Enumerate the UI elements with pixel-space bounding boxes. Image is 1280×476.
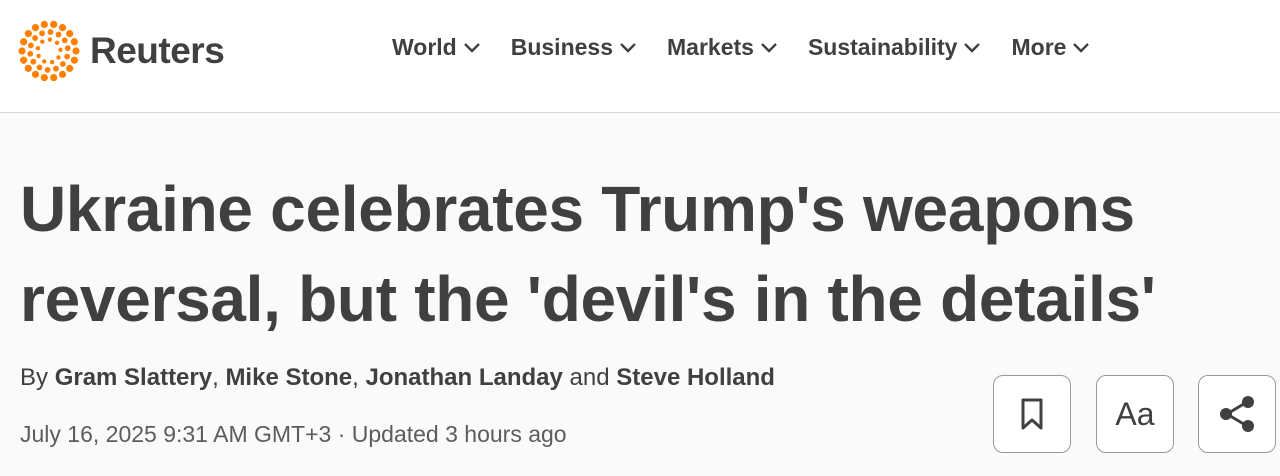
nav-item-world[interactable]: World [392,34,481,61]
chevron-down-icon [620,42,636,53]
author-link[interactable]: Mike Stone [225,364,352,391]
logo-dot [20,38,28,46]
logo-dot [53,65,59,72]
main-nav: World Business Markets Sustainability Mo… [392,34,1120,61]
nav-label: World [392,34,457,60]
share-button[interactable] [1198,375,1276,453]
chevron-down-icon [1073,42,1090,53]
logo-dot [24,64,32,72]
headline-line-1: Ukraine celebrates Trump's weapons [20,173,1135,245]
logo-dot [49,59,55,65]
share-icon [1220,396,1254,432]
logo-dot [39,30,45,37]
bookmark-icon [1021,398,1043,430]
logo-dot [44,67,51,73]
logo-dot [31,24,40,32]
byline-prefix: By [20,364,49,391]
logo-dot [58,24,67,32]
reuters-logo[interactable]: Reuters [18,20,225,82]
bookmark-button[interactable] [993,375,1071,453]
logo-dot [27,42,34,49]
reuters-logo-icon [18,20,80,82]
byline-conjunction: and [569,364,610,391]
logo-dot [66,30,74,38]
byline: By Gram Slattery, Mike Stone, Jonathan L… [20,364,775,392]
text-size-button[interactable]: Aa [1096,375,1174,453]
author-link[interactable]: Jonathan Landay [365,364,562,391]
nav-item-sustainability[interactable]: Sustainability [808,34,982,61]
site-header: Reuters World Business Markets Sustainab… [0,0,1280,113]
logo-dot [18,47,26,55]
byline-separator: , [212,364,219,391]
logo-dot [24,30,32,38]
logo-dot [60,61,66,67]
headline-line-2: reversal, but the 'devil's in the detail… [20,263,1156,335]
dateline-dot: · [337,421,346,447]
logo-dot [61,37,68,44]
logo-dot [47,37,53,42]
updated-time: Updated 3 hours ago [351,421,567,447]
chevron-down-icon [964,42,981,53]
logo-dot [36,53,41,59]
nav-label: Markets [667,34,754,60]
logo-dot [40,39,45,44]
article-headline: Ukraine celebrates Trump's weapons rever… [20,164,1260,344]
logo-dot [58,70,67,78]
nav-item-business[interactable]: Business [511,34,637,61]
logo-dot [40,73,48,82]
author-link[interactable]: Gram Slattery [55,364,212,391]
logo-dot [32,35,38,41]
brand-name: Reuters [90,30,225,71]
nav-label: Sustainability [807,34,958,60]
logo-dot [35,45,41,51]
logo-dot [40,20,48,29]
logo-dot [55,31,62,38]
logo-dot [20,56,28,64]
logo-dot [31,70,40,78]
logo-dot [42,59,47,64]
logo-dot [70,56,78,64]
published-date: July 16, 2025 9:31 AM GMT+3 [20,421,332,447]
logo-dot [58,47,63,53]
logo-dot [64,53,71,60]
nav-label: Business [510,34,613,60]
logo-dot [36,64,43,71]
logo-dot [27,50,34,57]
logo-dot [50,73,58,82]
chevron-down-icon [761,42,777,53]
logo-dot [70,38,78,46]
nav-label: More [1011,34,1067,60]
logo-dot [30,58,37,65]
logo-dot [66,64,74,72]
byline-separator: , [352,364,359,391]
logo-dot [54,40,60,45]
text-size-label: Aa [1115,395,1155,432]
article-dateline: July 16, 2025 9:31 AM GMT+3 · Updated 3 … [20,421,567,448]
nav-item-markets[interactable]: Markets [667,34,778,61]
logo-dot [72,47,80,55]
logo-dot [64,45,71,52]
logo-dot [56,55,61,60]
nav-item-more[interactable]: More [1011,34,1090,61]
logo-dot [50,20,58,29]
logo-dot [47,29,54,35]
chevron-down-icon [463,42,480,53]
author-link[interactable]: Steve Holland [616,364,775,391]
